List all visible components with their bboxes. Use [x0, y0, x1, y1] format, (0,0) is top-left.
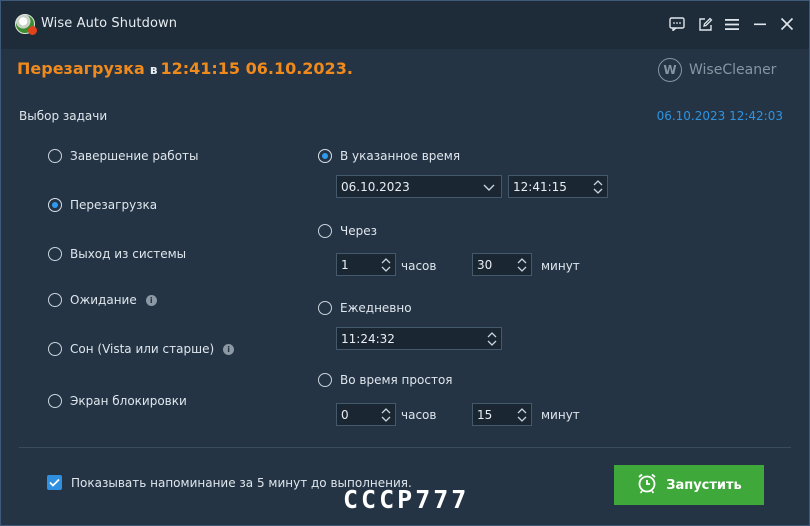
start-label: Запустить — [666, 477, 742, 493]
date-picker[interactable]: 06.10.2023 — [336, 175, 502, 198]
window-title: Wise Auto Shutdown — [41, 16, 178, 31]
spin-buttons[interactable] — [379, 254, 393, 275]
status-connector: в — [149, 63, 158, 77]
minutes-unit: минут — [541, 259, 580, 273]
minutes-value: 15 — [477, 407, 493, 422]
radio-at-time[interactable] — [318, 149, 332, 163]
brand-name: WiseCleaner — [689, 62, 777, 78]
task-restart[interactable]: Перезагрузка — [48, 198, 157, 212]
spin-buttons[interactable] — [515, 254, 529, 275]
radio-sleep[interactable] — [48, 342, 62, 356]
daily-time-value: 11:24:32 — [341, 331, 395, 346]
title-bar: Wise Auto Shutdown Перезагрузка в 12:41:15… — [1, 1, 809, 82]
minutes-unit: минут — [541, 408, 580, 422]
task-label: Экран блокировки — [70, 394, 187, 408]
task-label: Перезагрузка — [70, 198, 158, 212]
scheduled-time: 12:41:15 06.10.2023 — [160, 59, 347, 78]
radio-lock-screen[interactable] — [48, 394, 62, 408]
idle-hours-stepper[interactable]: 0 — [336, 403, 396, 426]
wisecleaner-brand[interactable]: W WiseCleaner — [658, 57, 776, 83]
task-shutdown[interactable]: Завершение работы — [48, 149, 199, 163]
radio-logoff[interactable] — [48, 247, 62, 261]
radio-daily[interactable] — [318, 301, 332, 315]
current-datetime: 06.10.2023 12:42:03 — [656, 109, 783, 123]
info-icon[interactable]: i — [223, 343, 235, 355]
status-period: . — [346, 59, 353, 78]
edit-icon[interactable] — [694, 13, 716, 35]
task-label: Ожидание — [70, 293, 137, 307]
after-hours-stepper[interactable]: 1 — [336, 253, 396, 276]
task-label: Сон (Vista или старше) — [70, 342, 215, 356]
hours-unit: часов — [401, 259, 437, 273]
timing-label: В указанное время — [340, 149, 461, 163]
alarm-clock-icon — [636, 472, 658, 498]
task-label: Завершение работы — [70, 149, 199, 163]
radio-shutdown[interactable] — [48, 149, 62, 163]
feedback-icon[interactable] — [666, 13, 688, 35]
radio-standby[interactable] — [48, 293, 62, 307]
timing-daily[interactable]: Ежедневно — [318, 301, 412, 315]
wisecleaner-logo-icon: W — [658, 58, 682, 82]
idle-minutes-stepper[interactable]: 15 — [472, 403, 532, 426]
chevron-down-icon[interactable] — [482, 180, 496, 194]
reminder-checkbox[interactable] — [47, 475, 62, 490]
radio-idle[interactable] — [318, 373, 332, 387]
task-standby[interactable]: Ожидание i — [48, 293, 157, 307]
radio-after[interactable] — [318, 224, 332, 238]
minutes-value: 30 — [477, 257, 493, 272]
task-sleep[interactable]: Сон (Vista или старше) i — [48, 342, 235, 356]
section-title: Выбор задачи — [19, 109, 108, 123]
after-minutes-stepper[interactable]: 30 — [472, 253, 532, 276]
daily-time-stepper[interactable]: 11:24:32 — [336, 327, 502, 350]
menu-icon[interactable] — [721, 13, 743, 35]
scheduled-action: Перезагрузка — [17, 59, 145, 78]
radio-restart[interactable] — [48, 198, 62, 212]
time-value: 12:41:15 — [513, 179, 567, 194]
timing-label: Ежедневно — [340, 301, 412, 315]
task-lock-screen[interactable]: Экран блокировки — [48, 394, 187, 408]
main-panel: Выбор задачи 06.10.2023 12:42:03 Заверше… — [1, 97, 809, 525]
task-label: Выход из системы — [70, 247, 187, 261]
close-icon[interactable] — [776, 13, 798, 35]
info-icon[interactable]: i — [145, 294, 157, 306]
app-window: Wise Auto Shutdown Перезагрузка в 12:41:15… — [0, 0, 810, 526]
time-stepper[interactable]: 12:41:15 — [508, 175, 608, 198]
divider — [19, 447, 791, 448]
spin-buttons[interactable] — [515, 404, 529, 425]
hours-value: 1 — [341, 257, 349, 272]
timing-at-time[interactable]: В указанное время — [318, 149, 460, 163]
timing-after[interactable]: Через — [318, 224, 377, 238]
date-value: 06.10.2023 — [341, 179, 410, 194]
task-logoff[interactable]: Выход из системы — [48, 247, 186, 261]
minimize-icon[interactable] — [749, 13, 771, 35]
watermark: CCCP777 — [343, 485, 470, 514]
start-button[interactable]: Запустить — [614, 465, 764, 505]
timing-idle[interactable]: Во время простоя — [318, 373, 453, 387]
hours-unit: часов — [401, 408, 437, 422]
spin-buttons[interactable] — [591, 176, 605, 197]
timing-label: Через — [340, 224, 377, 238]
timing-label: Во время простоя — [340, 373, 453, 387]
hours-value: 0 — [341, 407, 349, 422]
spin-buttons[interactable] — [379, 404, 393, 425]
spin-buttons[interactable] — [485, 328, 499, 349]
wise-auto-shutdown-icon — [15, 14, 37, 35]
schedule-status: Перезагрузка в 12:41:15 06.10.2023. — [17, 59, 353, 78]
